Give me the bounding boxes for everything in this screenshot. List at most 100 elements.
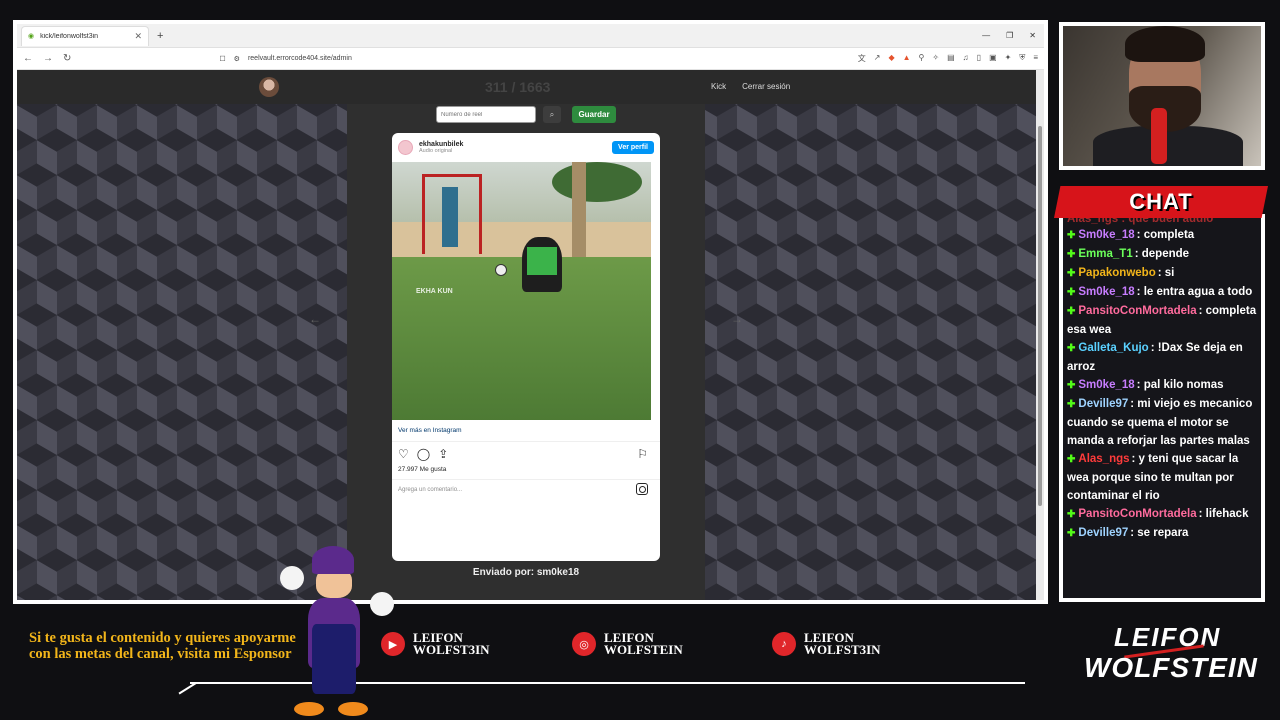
reader-icon[interactable]: ▤ [947,53,955,64]
social-label: LEIFON WOLFST3IN [804,631,881,656]
search-button[interactable]: ⌕ [543,106,561,123]
chat-message: ✚ PansitoConMortadela: completa esa wea [1067,302,1257,339]
restore-icon[interactable]: ❐ [1006,31,1013,40]
social-line2: WOLFST3IN [413,642,490,657]
brave-shield-icon[interactable]: ◆ [888,53,894,64]
chat-title: CHAT [1129,189,1193,214]
heart-icon[interactable]: ♡ [398,447,409,461]
chat-text: : si [1157,267,1175,279]
ig-actions: ♡ ◯ ⇪ ⚐ [398,447,648,461]
share-icon[interactable]: ↗ [874,53,881,64]
prev-arrow-icon[interactable]: ← [309,312,321,326]
instagram-logo-icon[interactable] [636,483,648,495]
back-icon[interactable]: ← [23,53,33,64]
webcam-frame [1059,22,1265,170]
tiktok-icon: ♪ [772,632,796,656]
chat-username[interactable]: Deville97 [1078,398,1128,410]
extensions: 文 ↗ ◆ ▲ ⚲ ✧ ▤ ♫ ▯ ▣ ✦ ⛨ ≡ [858,53,1038,64]
vpn-icon[interactable]: ⛨ [1019,53,1025,64]
social-tiktok: ♪ LEIFON WOLFST3IN [772,631,881,656]
leo-icon[interactable]: ✦ [1005,53,1012,64]
social-label: LEIFON WOLFSTEIN [604,631,683,657]
comment-icon[interactable]: ◯ [417,447,430,461]
bookmark-icon[interactable]: ☐ [219,55,225,63]
scrollbar-thumb[interactable] [1038,126,1042,506]
nav-kick-link[interactable]: Kick [711,82,726,91]
chat-username[interactable]: Sm0ke_18 [1078,379,1134,391]
chat-username[interactable]: Deville97 [1078,527,1128,539]
site-avatar-logo[interactable] [259,77,279,97]
chat-message: ✚ Galleta_Kujo: !Dax Se deja en arroz [1067,339,1257,376]
chat-message: ✚ Emma_T1: depende [1067,245,1257,264]
chat-message: ✚ Deville97: se repara [1067,524,1257,543]
view-more-link[interactable]: Ver más en Instagram [398,427,462,434]
chat-badge-icon: ✚ [1067,268,1076,279]
chat-badge-icon: ✚ [1067,306,1076,317]
chat-username[interactable]: PansitoConMortadela [1078,508,1196,520]
page-scrollbar[interactable] [1036,70,1044,600]
chat-message: ✚ Deville97: mi viejo es mecanico cuando … [1067,395,1257,450]
chat-username[interactable]: PansitoConMortadela [1078,305,1196,317]
video-palm-trunk [572,162,586,257]
chat-text: : completa [1136,229,1195,241]
chat-username[interactable]: Alas_ngs [1078,453,1129,465]
chat-username[interactable]: Galleta_Kujo [1078,342,1148,354]
social-line2: WOLFSTEIN [604,642,683,657]
mascot-glove-left [280,566,304,590]
new-tab-icon[interactable]: + [157,30,163,42]
cam-shirt [1093,126,1243,166]
site-info-icon[interactable]: ⚙ [234,55,240,63]
video-ball [495,264,507,276]
minimize-icon[interactable]: — [982,31,990,40]
reel-video[interactable]: EKHA KUN [392,162,651,420]
brand-logo: LEIFON WOLFSTEIN [1084,622,1257,692]
ig-audio[interactable]: Audio original [419,148,463,154]
close-tab-icon[interactable]: ✕ [134,31,142,42]
mascot-shoe-left [294,702,324,716]
menu-icon[interactable]: ≡ [1033,53,1038,64]
reload-icon[interactable]: ↻ [63,53,71,64]
reel-number-input[interactable] [436,106,536,123]
music-icon[interactable]: ♫ [963,53,969,64]
instagram-icon: ◎ [572,632,596,656]
next-arrow-icon[interactable]: → [731,312,743,326]
search-icon: ⌕ [549,109,555,119]
pin-icon[interactable]: ⚲ [919,53,925,64]
ig-user-info: ekhakunbilek Audio original [419,141,463,154]
chat-username[interactable]: Emma_T1 [1078,248,1132,260]
url-text: reelvault.errorcode404.site/admin [247,55,352,62]
chat-username[interactable]: Sm0ke_18 [1078,286,1134,298]
save-button[interactable]: Guardar [572,106,616,123]
chat-message: ✚ Sm0ke_18: completa [1067,226,1257,245]
sidebar-icon[interactable]: ▯ [977,53,981,64]
chat-badge-icon: ✚ [1067,399,1076,410]
tab-kick[interactable]: ◉ kick/leifonwolfst3in ✕ [21,25,149,46]
ig-username[interactable]: ekhakunbilek [419,141,463,148]
chat-username[interactable]: Papakonwebo [1078,267,1155,279]
chat-messages[interactable]: Alas_ngs : que buen audio ✚ Sm0ke_18: com… [1063,218,1261,598]
comment-input[interactable]: Agrega un comentario... [398,487,462,493]
ig-header: ekhakunbilek Audio original Ver perfil [392,133,660,161]
bookmark-icon[interactable]: ⚐ [637,447,648,461]
wallet-icon[interactable]: ▣ [989,53,997,64]
translate-icon[interactable]: 文 [858,53,866,64]
divider [392,441,660,442]
chat-text: : depende [1134,248,1190,260]
chat-message: ✚ Sm0ke_18: pal kilo nomas [1067,376,1257,395]
nav-logout-link[interactable]: Cerrar sesión [742,82,790,91]
close-window-icon[interactable]: ✕ [1029,31,1036,40]
reel-counter: 311 / 1663 [485,79,551,95]
chat-badge-icon: ✚ [1067,287,1076,298]
ig-avatar[interactable] [398,139,413,155]
url-field[interactable]: ☐ ⚙ reelvault.errorcode404.site/admin [211,51,847,67]
view-profile-button[interactable]: Ver perfil [612,140,654,154]
share-icon[interactable]: ⇪ [438,447,448,461]
divider [392,479,660,480]
forward-icon[interactable]: → [43,53,53,64]
chat-badge-icon: ✚ [1067,528,1076,539]
social-youtube: ▶ LEIFON WOLFST3IN [381,631,490,657]
brave-rewards-icon[interactable]: ▲ [903,53,911,64]
puzzle-icon[interactable]: ✧ [932,53,939,64]
tab-title: kick/leifonwolfst3in [40,32,99,40]
chat-username[interactable]: Sm0ke_18 [1078,229,1134,241]
